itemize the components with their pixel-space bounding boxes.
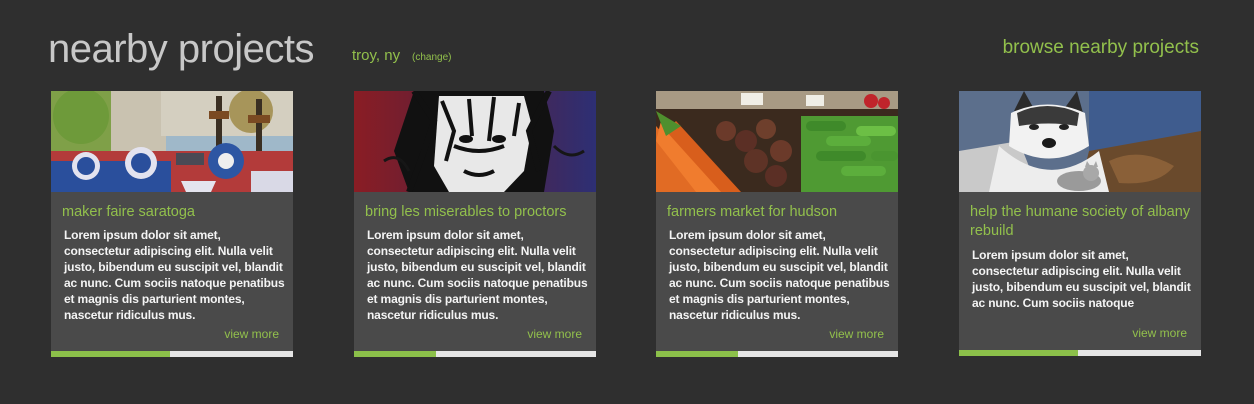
project-card-farmers-market: farmers market for hudson Lorem ipsum do… (656, 91, 898, 357)
project-description: Lorem ipsum dolor sit amet, consectetur … (669, 228, 890, 322)
project-description: Lorem ipsum dolor sit amet, consectetur … (64, 228, 285, 322)
funding-progress-fill (354, 351, 437, 357)
funding-progress-bar (51, 351, 293, 357)
project-title[interactable]: farmers market for hudson (667, 203, 891, 222)
funding-progress-fill (656, 351, 739, 357)
project-card-les-miserables: bring les miserables to proctors Lorem i… (354, 91, 596, 357)
view-more-link[interactable]: view more (527, 327, 582, 341)
funding-progress-bar (959, 350, 1201, 356)
project-image-les-miserables[interactable] (354, 91, 596, 192)
view-more-link[interactable]: view more (224, 327, 279, 341)
project-image-parade[interactable] (51, 91, 293, 192)
nearby-projects-page: nearby projects troy, ny (change) browse… (0, 0, 1254, 404)
project-title[interactable]: help the humane society of albany rebuil… (970, 203, 1194, 241)
project-card-maker-faire: maker faire saratoga Lorem ipsum dolor s… (51, 91, 293, 357)
funding-progress-bar (354, 351, 596, 357)
project-image-vegetables[interactable] (656, 91, 898, 192)
view-more-link[interactable]: view more (829, 327, 884, 341)
project-card-humane-society: help the humane society of albany rebuil… (959, 91, 1201, 356)
project-title[interactable]: maker faire saratoga (62, 203, 286, 222)
project-description: Lorem ipsum dolor sit amet, consectetur … (972, 248, 1191, 310)
page-title: nearby projects (48, 27, 314, 71)
project-image-dog-and-cat[interactable] (959, 91, 1201, 192)
change-location-link[interactable]: (change) (412, 52, 451, 64)
view-more-link[interactable]: view more (1132, 326, 1187, 340)
funding-progress-fill (51, 351, 170, 357)
project-title[interactable]: bring les miserables to proctors (365, 203, 589, 222)
funding-progress-fill (959, 350, 1078, 356)
funding-progress-bar (656, 351, 898, 357)
browse-nearby-projects-link[interactable]: browse nearby projects (1003, 36, 1199, 60)
project-description: Lorem ipsum dolor sit amet, consectetur … (367, 228, 588, 322)
location-label[interactable]: troy, ny (352, 47, 400, 65)
